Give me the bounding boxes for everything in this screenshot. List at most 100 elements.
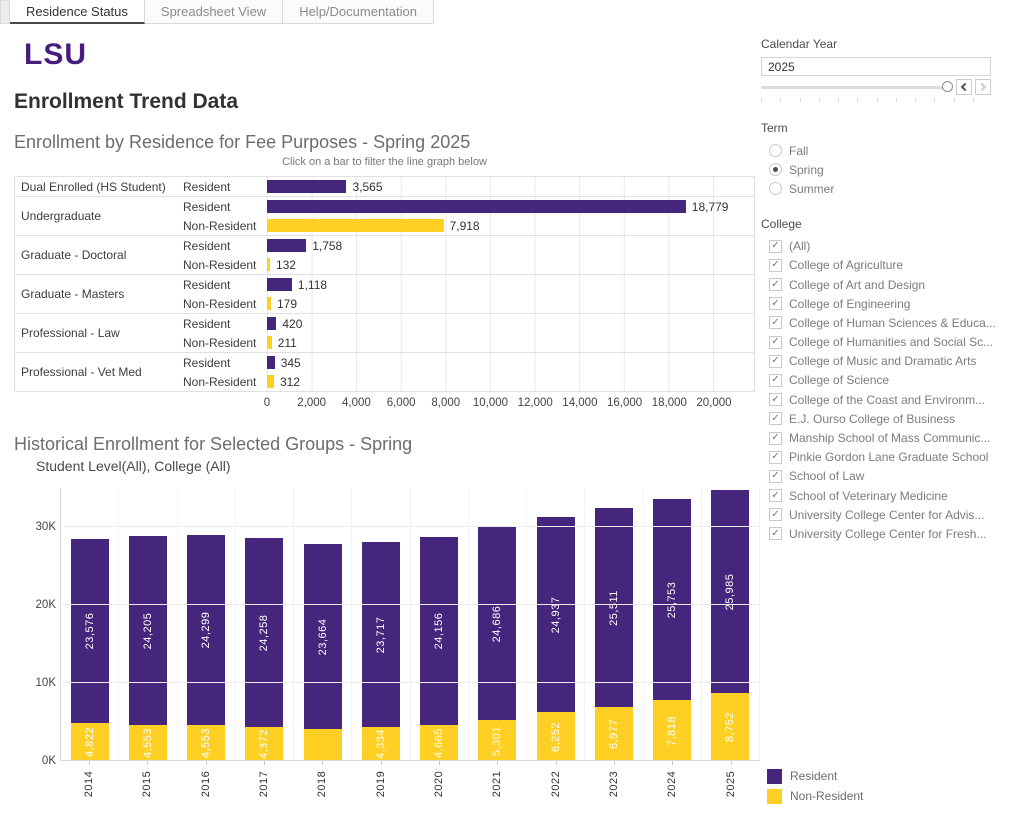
slider-prev-button[interactable]	[956, 79, 972, 95]
calendar-year-input[interactable]	[761, 57, 991, 76]
segment-non-resident-2018[interactable]	[304, 729, 342, 761]
history-chart-section: Historical Enrollment for Selected Group…	[14, 434, 755, 803]
bar-graduate-masters-non-resident[interactable]	[267, 297, 271, 310]
stacked-bar-2023[interactable]: 25,5116,977	[595, 508, 633, 761]
tab-residence-status[interactable]: Residence Status	[10, 0, 145, 24]
slider-track[interactable]	[761, 80, 953, 94]
stacked-bar-2016[interactable]: 24,2994,553	[187, 535, 225, 761]
segment-resident-2014[interactable]: 23,576	[71, 539, 109, 723]
term-option-spring[interactable]: Spring	[769, 160, 999, 179]
segment-resident-2024[interactable]: 25,753	[653, 499, 691, 700]
stacked-bar-2015[interactable]: 24,2054,553	[129, 536, 167, 761]
segment-resident-2020[interactable]: 24,156	[420, 537, 458, 725]
segment-non-resident-2022[interactable]: 6,252	[537, 712, 575, 761]
residence-chart: Dual Enrolled (HS Student)Resident3,565U…	[14, 176, 755, 392]
segment-resident-2017[interactable]: 24,258	[245, 538, 283, 727]
segment-non-resident-2017[interactable]: 4,372	[245, 727, 283, 761]
segment-value-label: 8,752	[724, 712, 736, 742]
college-option-college-of-the-coast-and-environm[interactable]: ✓College of the Coast and Environm...	[769, 390, 999, 409]
college-filter: College ✓(All)✓College of Agriculture✓Co…	[761, 217, 999, 544]
stacked-bar-2014[interactable]: 23,5764,822	[71, 539, 109, 761]
residence-row: Resident18,779	[183, 197, 754, 216]
stacked-bar-2020[interactable]: 24,156 4,665	[420, 537, 458, 761]
college-option-college-of-humanities-and-social-sc[interactable]: ✓College of Humanities and Social Sc...	[769, 333, 999, 352]
checkbox-icon: ✓	[769, 297, 782, 310]
segment-non-resident-2014[interactable]: 4,822	[71, 723, 109, 761]
bar-professional-law-resident[interactable]	[267, 317, 276, 330]
segment-non-resident-2020[interactable]: 4,665	[420, 725, 458, 761]
bar-graduate-doctoral-resident[interactable]	[267, 239, 306, 252]
segment-non-resident-2021[interactable]: 5,301	[478, 720, 516, 761]
segment-value-label: 4,665	[433, 728, 445, 758]
stacked-bar-2022[interactable]: 24,9376,252	[537, 517, 575, 761]
bar-scale: 18,779	[267, 197, 714, 216]
segment-non-resident-2016[interactable]: 4,553	[187, 725, 225, 761]
x-tick-label: 2024	[666, 771, 678, 797]
college-option-school-of-law[interactable]: ✓School of Law	[769, 467, 999, 486]
legend-item-resident[interactable]: Resident	[767, 766, 863, 786]
college-option-college-of-engineering[interactable]: ✓College of Engineering	[769, 294, 999, 313]
college-option-college-of-agriculture[interactable]: ✓College of Agriculture	[769, 256, 999, 275]
segment-non-resident-2024[interactable]: 7,818	[653, 700, 691, 761]
segment-resident-2015[interactable]: 24,205	[129, 536, 167, 725]
term-option-fall[interactable]: Fall	[769, 141, 999, 160]
stacked-bar-2018[interactable]: 23,664	[304, 544, 342, 761]
segment-resident-2018[interactable]: 23,664	[304, 544, 342, 729]
x-cell-2022: 2022	[527, 761, 585, 803]
checkbox-icon: ✓	[769, 336, 782, 349]
bar-graduate-masters-resident[interactable]	[267, 278, 292, 291]
college-option-manship-school-of-mass-communic[interactable]: ✓Manship School of Mass Communic...	[769, 428, 999, 447]
slider-handle[interactable]	[942, 81, 953, 92]
term-option-summer[interactable]: Summer	[769, 179, 999, 198]
bar-professional-vet-med-resident[interactable]	[267, 356, 275, 369]
slider-tick	[761, 97, 762, 102]
college-option-college-of-music-and-dramatic-arts[interactable]: ✓College of Music and Dramatic Arts	[769, 352, 999, 371]
residence-label: Non-Resident	[183, 297, 267, 311]
bar-undergraduate-non-resident[interactable]	[267, 219, 444, 232]
segment-resident-2023[interactable]: 25,511	[595, 508, 633, 707]
bar-graduate-doctoral-non-resident[interactable]	[267, 258, 270, 271]
bar-professional-vet-med-non-resident[interactable]	[267, 375, 274, 388]
bar-dual-enrolled-hs-student-resident[interactable]	[267, 180, 346, 193]
segment-resident-2016[interactable]: 24,299	[187, 535, 225, 725]
segment-non-resident-2015[interactable]: 4,553	[129, 725, 167, 761]
segment-resident-2021[interactable]: 24,686	[478, 527, 516, 720]
term-option-label: Spring	[789, 163, 824, 177]
college-option-e-j-ourso-college-of-business[interactable]: ✓E.J. Ourso College of Business	[769, 409, 999, 428]
bar-professional-law-non-resident[interactable]	[267, 336, 272, 349]
tab-help-documentation[interactable]: Help/Documentation	[283, 0, 434, 24]
college-option-university-college-center-for-fresh[interactable]: ✓University College Center for Fresh...	[769, 524, 999, 543]
tab-spreadsheet-view[interactable]: Spreadsheet View	[145, 0, 283, 24]
college-option-school-of-veterinary-medicine[interactable]: ✓School of Veterinary Medicine	[769, 486, 999, 505]
segment-non-resident-2025[interactable]: 8,752	[711, 693, 749, 761]
y-gridline	[61, 604, 760, 605]
stacked-bar-2025[interactable]: 25,985 8,752	[711, 490, 749, 761]
segment-value-label: 24,686	[491, 605, 503, 642]
bar-undergraduate-resident[interactable]	[267, 200, 686, 213]
bar-value-label: 345	[281, 356, 301, 370]
stacked-bar-2017[interactable]: 24,2584,372	[245, 538, 283, 761]
stacked-bar-2024[interactable]: 25,7537,818	[653, 499, 691, 761]
college-option-label: College of Science	[789, 373, 889, 387]
college-option-pinkie-gordon-lane-graduate-school[interactable]: ✓Pinkie Gordon Lane Graduate School	[769, 448, 999, 467]
stacked-bar-2021[interactable]: 24,686 5,301	[478, 527, 516, 761]
residence-row: Resident345	[183, 353, 754, 372]
college-option-university-college-center-for-advis[interactable]: ✓University College Center for Advis...	[769, 505, 999, 524]
segment-non-resident-2019[interactable]: 4,334	[362, 727, 400, 761]
segment-resident-2019[interactable]: 23,717	[362, 542, 400, 727]
college-option-all[interactable]: ✓(All)	[769, 237, 999, 256]
college-option-college-of-human-sciences-educa[interactable]: ✓College of Human Sciences & Educa...	[769, 313, 999, 332]
college-option-college-of-science[interactable]: ✓College of Science	[769, 371, 999, 390]
slider-next-button[interactable]	[975, 79, 991, 95]
slider-tick	[934, 97, 935, 102]
segment-resident-2025[interactable]: 25,985	[711, 490, 749, 693]
x-tick-label: 2015	[141, 771, 153, 797]
checkbox-icon: ✓	[769, 470, 782, 483]
legend-item-non-resident[interactable]: Non-Resident	[767, 786, 863, 806]
x-tick-label: 2020	[433, 771, 445, 797]
stacked-bar-2019[interactable]: 23,7174,334	[362, 542, 400, 761]
segment-non-resident-2023[interactable]: 6,977	[595, 707, 633, 761]
x-cell-2018: 2018	[293, 761, 351, 803]
college-option-college-of-art-and-design[interactable]: ✓College of Art and Design	[769, 275, 999, 294]
history-column-2024: 25,7537,818	[644, 488, 702, 761]
